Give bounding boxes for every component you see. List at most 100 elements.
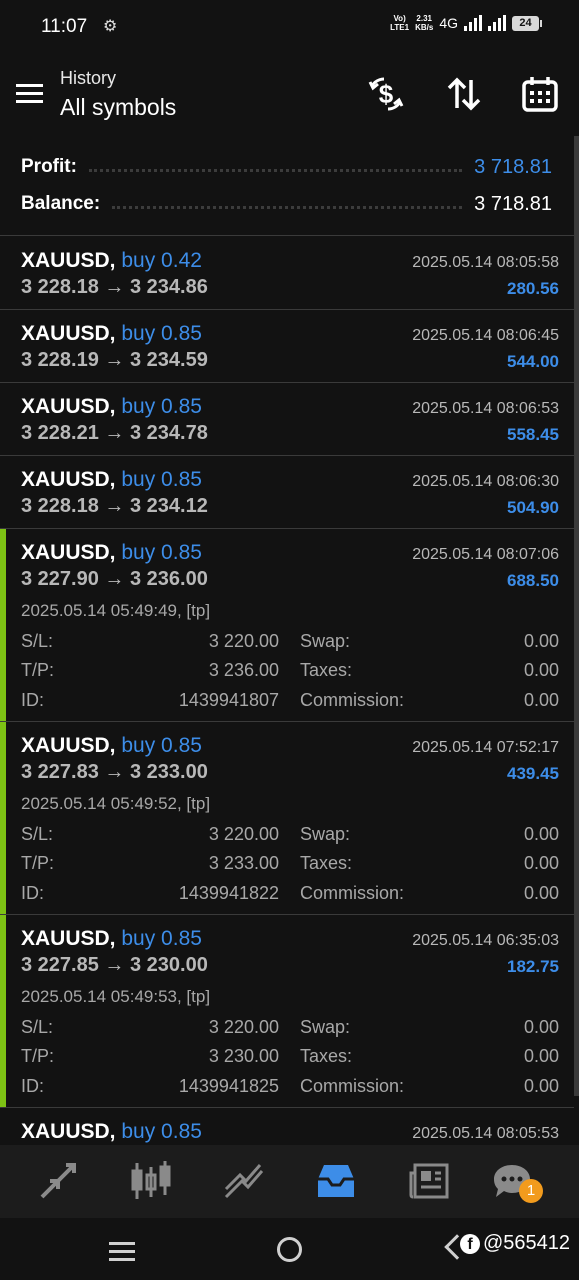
deal-open-time: 2025.05.14 05:49:52, [tp] bbox=[21, 794, 211, 813]
taxes-value: 0.00 bbox=[523, 1046, 559, 1066]
commission-label: Commission: bbox=[300, 1076, 405, 1096]
deal-open-time: 2025.05.14 05:49:53, [tp] bbox=[21, 987, 211, 1006]
dot-leader bbox=[88, 162, 463, 172]
deal-time: 2025.05.14 08:05:58 bbox=[412, 254, 559, 271]
battery-icon: 24 bbox=[512, 15, 542, 31]
deal-row-expanded[interactable]: XAUUSD, buy 0.85 2025.05.14 07:52:17 3 2… bbox=[0, 722, 574, 915]
tp-value: 3 233.00 bbox=[208, 853, 279, 873]
deal-row[interactable]: XAUUSD, buy 0.85 2025.05.14 08:05:53 bbox=[0, 1108, 574, 1145]
balance-value: 3 718.81 bbox=[474, 192, 552, 215]
dot-leader bbox=[112, 199, 463, 209]
menu-icon[interactable] bbox=[16, 84, 43, 104]
summary-panel: Profit: 3 718.81 Balance: 3 718.81 bbox=[0, 136, 574, 236]
calendar-icon[interactable] bbox=[522, 76, 558, 112]
commission-value: 0.00 bbox=[523, 1076, 559, 1096]
deposit-withdraw-icon[interactable]: $ bbox=[368, 76, 404, 112]
signal-icon-2 bbox=[488, 15, 506, 31]
taxes-label: Taxes: bbox=[300, 853, 353, 873]
home-icon[interactable] bbox=[277, 1237, 302, 1262]
taxes-value: 0.00 bbox=[523, 853, 559, 873]
news-icon[interactable] bbox=[407, 1159, 451, 1203]
commission-value: 0.00 bbox=[523, 690, 559, 710]
deal-row[interactable]: XAUUSD, buy 0.85 2025.05.14 08:06:30 3 2… bbox=[0, 456, 574, 529]
swap-value: 0.00 bbox=[523, 631, 559, 651]
deal-prices: 3 228.18 → 3 234.86 bbox=[21, 276, 208, 298]
deal-symbol: XAUUSD, bbox=[21, 249, 116, 272]
page-title[interactable]: All symbols bbox=[60, 94, 176, 121]
deal-prices: 3 227.83 → 3 233.00 bbox=[21, 761, 208, 783]
swap-label: Swap: bbox=[300, 824, 351, 844]
deal-prices: 3 227.85 → 3 230.00 bbox=[21, 954, 208, 976]
sl-label: S/L: bbox=[21, 631, 54, 651]
deal-row[interactable]: XAUUSD, buy 0.85 2025.05.14 08:06:53 3 2… bbox=[0, 383, 574, 456]
recent-apps-icon[interactable] bbox=[109, 1242, 135, 1266]
deal-row-expanded[interactable]: XAUUSD, buy 0.85 2025.05.14 08:07:06 3 2… bbox=[0, 529, 574, 722]
network-type: 4G bbox=[439, 15, 458, 31]
sl-label: S/L: bbox=[21, 824, 54, 844]
quotes-icon[interactable] bbox=[36, 1159, 80, 1203]
deal-side: buy 0.85 bbox=[121, 927, 202, 950]
deal-time: 2025.05.14 06:35:03 bbox=[412, 932, 559, 949]
watermark: f @565412 bbox=[460, 1232, 570, 1255]
deal-profit: 558.45 bbox=[507, 425, 559, 444]
swap-label: Swap: bbox=[300, 1017, 351, 1037]
id-label: ID: bbox=[21, 690, 45, 710]
volte-indicator: Vo) LTE1 bbox=[390, 14, 410, 32]
id-value: 1439941825 bbox=[178, 1076, 279, 1096]
deal-time: 2025.05.14 08:06:45 bbox=[412, 327, 559, 344]
closed-indicator bbox=[0, 915, 6, 1107]
history-icon[interactable] bbox=[314, 1159, 358, 1203]
chart-icon[interactable] bbox=[129, 1159, 173, 1203]
deal-side: buy 0.85 bbox=[121, 468, 202, 491]
profit-row: Profit: 3 718.81 bbox=[21, 154, 552, 180]
deal-symbol: XAUUSD, bbox=[21, 1120, 116, 1143]
trade-icon[interactable] bbox=[222, 1159, 266, 1203]
tp-value: 3 230.00 bbox=[208, 1046, 279, 1066]
speed-indicator: 2.31 KB/s bbox=[415, 14, 434, 32]
tp-label: T/P: bbox=[21, 1046, 55, 1066]
deal-profit: 280.56 bbox=[507, 279, 559, 298]
bottom-navigation bbox=[0, 1145, 579, 1218]
swap-value: 0.00 bbox=[523, 1017, 559, 1037]
deal-profit: 544.00 bbox=[507, 352, 559, 371]
deal-time: 2025.05.14 08:05:53 bbox=[412, 1125, 559, 1142]
deal-time: 2025.05.14 08:06:30 bbox=[412, 473, 559, 490]
deal-time: 2025.05.14 08:06:53 bbox=[412, 400, 559, 417]
deal-side: buy 0.85 bbox=[121, 322, 202, 345]
signal-icon bbox=[464, 15, 482, 31]
deals-list[interactable]: XAUUSD, buy 0.42 2025.05.14 08:05:58 3 2… bbox=[0, 237, 574, 1145]
deal-row-expanded[interactable]: XAUUSD, buy 0.85 2025.05.14 06:35:03 3 2… bbox=[0, 915, 574, 1108]
sort-icon[interactable] bbox=[446, 76, 482, 112]
swap-value: 0.00 bbox=[523, 824, 559, 844]
tp-value: 3 236.00 bbox=[208, 660, 279, 680]
deal-symbol: XAUUSD, bbox=[21, 468, 116, 491]
deal-profit: 504.90 bbox=[507, 498, 559, 517]
scrollbar[interactable] bbox=[574, 136, 579, 1096]
commission-value: 0.00 bbox=[523, 883, 559, 903]
deal-profit: 688.50 bbox=[507, 571, 559, 590]
id-value: 1439941807 bbox=[178, 690, 279, 710]
deal-side: buy 0.85 bbox=[121, 1120, 202, 1143]
facebook-icon: f bbox=[460, 1233, 480, 1254]
deal-prices: 3 227.90 → 3 236.00 bbox=[21, 568, 208, 590]
deal-symbol: XAUUSD, bbox=[21, 395, 116, 418]
messages-badge: 1 bbox=[519, 1179, 543, 1203]
deal-symbol: XAUUSD, bbox=[21, 541, 116, 564]
swap-label: Swap: bbox=[300, 631, 351, 651]
deal-prices: 3 228.18 → 3 234.12 bbox=[21, 495, 208, 517]
deal-time: 2025.05.14 07:52:17 bbox=[412, 739, 559, 756]
svg-text:$: $ bbox=[379, 79, 394, 109]
taxes-label: Taxes: bbox=[300, 1046, 353, 1066]
page-subtitle: History bbox=[60, 68, 117, 88]
deal-row[interactable]: XAUUSD, buy 0.85 2025.05.14 08:06:45 3 2… bbox=[0, 310, 574, 383]
deal-profit: 439.45 bbox=[507, 764, 559, 783]
deal-row[interactable]: XAUUSD, buy 0.42 2025.05.14 08:05:58 3 2… bbox=[0, 237, 574, 310]
status-bar: 11:07 ⚙ Vo) LTE1 2.31 KB/s 4G 24 bbox=[0, 0, 579, 54]
deal-profit: 182.75 bbox=[507, 957, 559, 976]
profit-value: 3 718.81 bbox=[474, 155, 552, 178]
id-value: 1439941822 bbox=[178, 883, 279, 903]
sl-value: 3 220.00 bbox=[208, 824, 279, 844]
balance-label: Balance: bbox=[21, 193, 101, 214]
commission-label: Commission: bbox=[300, 883, 405, 903]
deal-side: buy 0.85 bbox=[121, 541, 202, 564]
